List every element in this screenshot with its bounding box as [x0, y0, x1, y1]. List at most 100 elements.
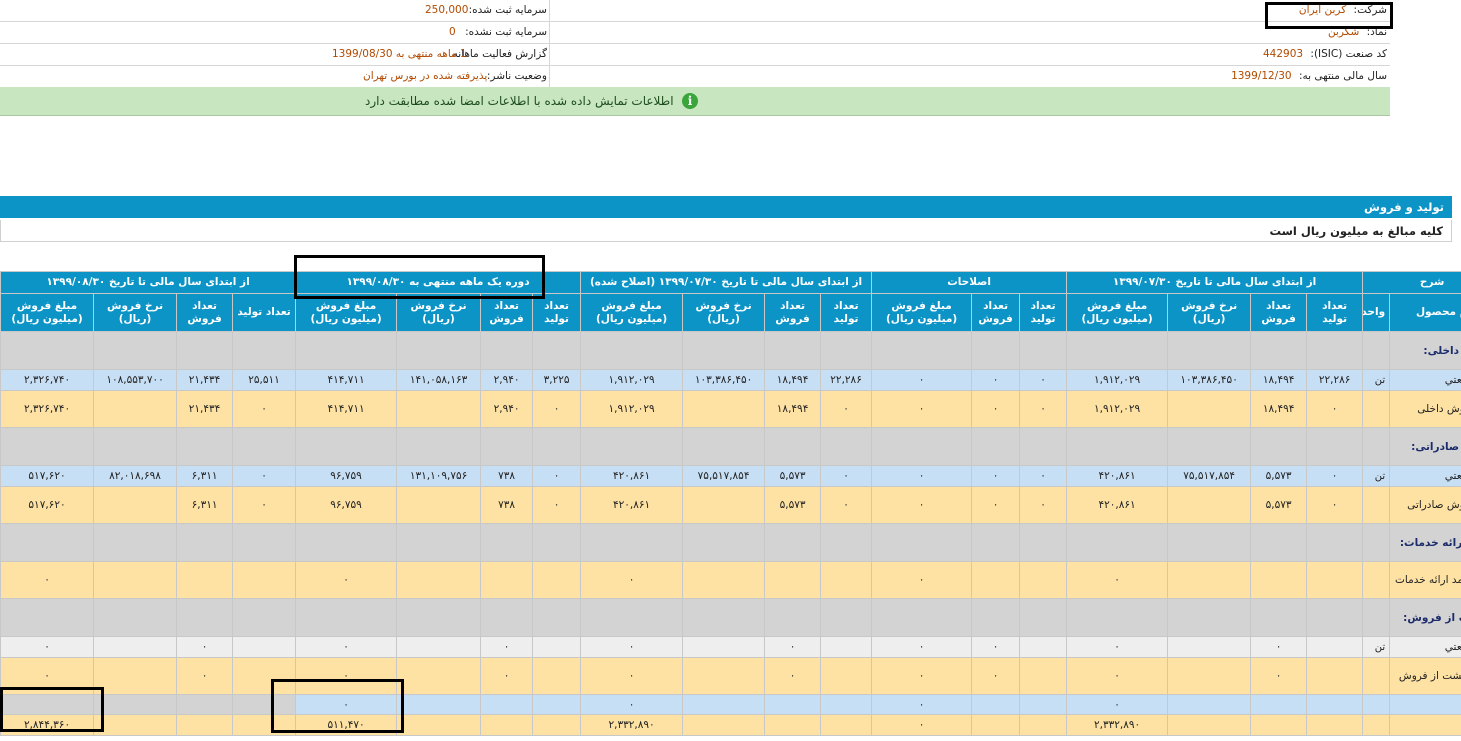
value-cell: ۲۱,۴۳۴	[176, 390, 234, 428]
value-cell	[232, 598, 297, 637]
value-cell	[1250, 598, 1308, 637]
info-row: شرکت: کربن ایران سرمایه ثبت شده: 250,000	[0, 0, 1390, 22]
value-cell: ۲۵,۵۱۱	[232, 369, 297, 391]
value-cell	[1250, 694, 1308, 715]
value-cell: ۲۲,۲۸۶	[1306, 369, 1364, 391]
table-row: فروش صادراتی:	[0, 427, 1461, 466]
value-cell: ۰	[971, 636, 1021, 658]
report-info: شرکت: کربن ایران سرمایه ثبت شده: 250,000…	[0, 0, 1390, 89]
info-row: سال مالی منتهی به: 1399/12/30 وضعیت ناشر…	[0, 66, 1390, 89]
value-cell: ۵,۵۷۳	[764, 465, 822, 487]
table-row: دوده صنعتيتن۲۲,۲۸۶۱۸,۴۹۴۱۰۳,۳۸۶,۴۵۰۱,۹۱۲…	[0, 369, 1461, 391]
value-cell	[396, 390, 482, 428]
value-cell	[1019, 561, 1068, 599]
value-cell: ۴۲۰,۸۶۱	[580, 465, 684, 487]
value-cell	[480, 331, 534, 370]
col-sale-qty: تعداد فروش	[1250, 293, 1308, 332]
value-cell	[1019, 331, 1068, 370]
value-cell: ۱۰۳,۳۸۶,۴۵۰	[682, 369, 766, 391]
col-prod-qty: تعداد تولید	[1019, 293, 1068, 332]
table-row: درآمد ارائه خدمات:	[0, 523, 1461, 562]
value-cell	[396, 427, 482, 466]
value-cell: ۲,۹۴۰	[480, 390, 534, 428]
highlight-box-month-total	[271, 679, 404, 733]
value-cell	[971, 427, 1021, 466]
value-cell: ۰	[480, 657, 534, 695]
value-cell	[1019, 523, 1068, 562]
value-cell	[396, 636, 482, 658]
value-cell: ۲,۳۳۲,۸۹۰	[580, 714, 684, 736]
value-cell	[532, 636, 582, 658]
value-cell	[93, 598, 178, 637]
unit-cell	[1362, 486, 1391, 524]
value-cell	[232, 427, 297, 466]
value-cell	[1167, 636, 1252, 658]
product-name-cell: جمع	[1389, 714, 1461, 736]
value-cell	[295, 427, 398, 466]
value-cell	[580, 598, 684, 637]
value-cell	[820, 598, 873, 637]
value-cell: ۵,۵۷۳	[764, 486, 822, 524]
value-cell	[93, 694, 178, 715]
value-cell: ۰	[580, 657, 684, 695]
value-cell	[1167, 427, 1252, 466]
value-cell	[764, 427, 822, 466]
unreg-capital-value: 0	[449, 26, 456, 38]
value-cell: ۹۶,۷۵۹	[295, 486, 398, 524]
value-cell	[1066, 331, 1169, 370]
value-cell: ۰	[176, 657, 234, 695]
report-label: گزارش فعالیت ماهانه	[452, 48, 547, 60]
col-sale-qty: تعداد فروش	[764, 293, 822, 332]
info-row: کد صنعت (ISIC): 442903 گزارش فعالیت ماها…	[0, 44, 1390, 66]
value-cell: ۰	[1066, 657, 1169, 695]
value-cell	[1167, 657, 1252, 695]
table-row: تخفیفات۰۰۰۰	[0, 694, 1461, 715]
value-cell: ۸۲,۰۱۸,۶۹۸	[93, 465, 178, 487]
value-cell	[682, 486, 766, 524]
value-cell: ۷۳۸	[480, 486, 534, 524]
value-cell: ۷۳۸	[480, 465, 534, 487]
value-cell: ۰	[532, 486, 582, 524]
value-cell: ۲,۳۳۲,۸۹۰	[1066, 714, 1169, 736]
value-cell: ۰	[971, 486, 1021, 524]
value-cell	[532, 598, 582, 637]
value-cell	[93, 390, 178, 428]
value-cell	[1250, 523, 1308, 562]
value-cell	[1167, 390, 1252, 428]
value-cell: ۰	[871, 465, 973, 487]
value-cell: ۹۶,۷۵۹	[295, 465, 398, 487]
info-row: نماد: شکربن سرمایه ثبت نشده: 0	[0, 22, 1390, 44]
table-row: دوده صنعتيتن۰۵,۵۷۳۷۵,۵۱۷,۸۵۴۴۲۰,۸۶۱۰۰۰۰۵…	[0, 465, 1461, 487]
table-row: جمع برگشت از فروش۰۰۰۰۰۰۰۰۰۰	[0, 657, 1461, 695]
value-cell	[682, 561, 766, 599]
value-cell: ۰	[871, 657, 973, 695]
value-cell	[93, 331, 178, 370]
value-cell	[971, 598, 1021, 637]
value-cell	[971, 561, 1021, 599]
unit-cell: تن	[1362, 465, 1391, 487]
col-product: نام محصول	[1389, 293, 1461, 332]
value-cell: ۰	[1019, 465, 1068, 487]
fiscal-cell: سال مالی منتهی به: 1399/12/30	[549, 66, 1390, 87]
table-row: جمع۲,۳۳۲,۸۹۰۰۲,۳۳۲,۸۹۰۵۱۱,۴۷۰۲,۸۴۴,۳۶۰	[0, 714, 1461, 736]
value-cell	[93, 427, 178, 466]
value-cell: ۰	[871, 390, 973, 428]
value-cell	[176, 561, 234, 599]
value-cell: ۰	[1306, 390, 1364, 428]
value-cell	[1167, 714, 1252, 736]
value-cell	[1167, 331, 1252, 370]
value-cell	[682, 657, 766, 695]
value-cell	[295, 598, 398, 637]
value-cell	[971, 694, 1021, 715]
value-cell	[820, 694, 873, 715]
reg-capital-label: سرمایه ثبت شده:	[468, 4, 547, 16]
value-cell	[682, 636, 766, 658]
value-cell	[232, 561, 297, 599]
value-cell: ۲۲,۲۸۶	[820, 369, 873, 391]
value-cell	[682, 598, 766, 637]
value-cell	[1019, 714, 1068, 736]
value-cell: ۰	[1019, 486, 1068, 524]
value-cell	[1250, 331, 1308, 370]
value-cell	[480, 714, 534, 736]
col-prod-qty: تعداد تولید	[232, 293, 297, 332]
